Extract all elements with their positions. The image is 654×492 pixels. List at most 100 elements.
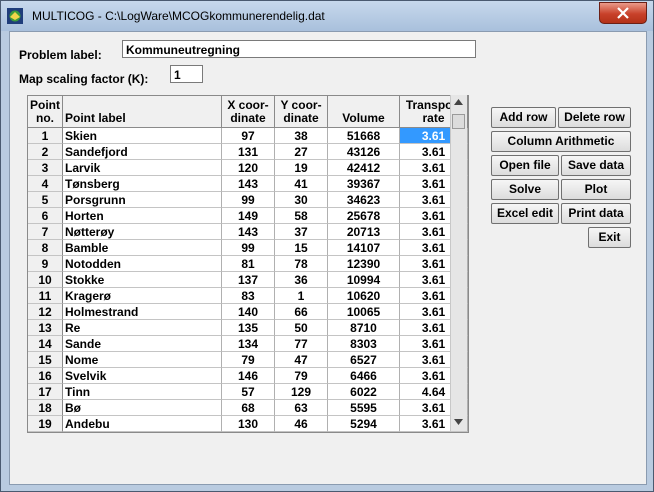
cell-point-label[interactable]: Nøtterøy xyxy=(63,224,222,240)
cell-volume[interactable]: 5595 xyxy=(328,400,400,416)
excel-edit-button[interactable]: Excel edit xyxy=(491,203,559,224)
close-button[interactable] xyxy=(599,2,647,24)
exit-button[interactable]: Exit xyxy=(588,227,631,248)
cell-point-no[interactable]: 10 xyxy=(28,272,63,288)
cell-y-coordinate[interactable]: 41 xyxy=(275,176,328,192)
table-row[interactable]: 6 Horten 149 58 25678 3.61 xyxy=(28,208,468,224)
save-data-button[interactable]: Save data xyxy=(561,155,631,176)
cell-point-label[interactable]: Tønsberg xyxy=(63,176,222,192)
cell-y-coordinate[interactable]: 30 xyxy=(275,192,328,208)
table-row[interactable]: 16 Svelvik 146 79 6466 3.61 xyxy=(28,368,468,384)
delete-row-button[interactable]: Delete row xyxy=(558,107,631,128)
cell-y-coordinate[interactable]: 46 xyxy=(275,416,328,432)
cell-point-no[interactable]: 2 xyxy=(28,144,63,160)
cell-x-coordinate[interactable]: 134 xyxy=(222,336,275,352)
column-arithmetic-button[interactable]: Column Arithmetic xyxy=(491,131,631,152)
table-row[interactable]: 12 Holmestrand 140 66 10065 3.61 xyxy=(28,304,468,320)
cell-y-coordinate[interactable]: 50 xyxy=(275,320,328,336)
cell-volume[interactable]: 43126 xyxy=(328,144,400,160)
table-row[interactable]: 15 Nome 79 47 6527 3.61 xyxy=(28,352,468,368)
cell-volume[interactable]: 14107 xyxy=(328,240,400,256)
cell-x-coordinate[interactable]: 137 xyxy=(222,272,275,288)
table-row[interactable]: 18 Bø 68 63 5595 3.61 xyxy=(28,400,468,416)
cell-x-coordinate[interactable]: 99 xyxy=(222,240,275,256)
header-y-coordinate[interactable]: Y coor- dinate xyxy=(275,96,328,128)
cell-point-no[interactable]: 14 xyxy=(28,336,63,352)
cell-x-coordinate[interactable]: 57 xyxy=(222,384,275,400)
cell-point-label[interactable]: Holmestrand xyxy=(63,304,222,320)
cell-x-coordinate[interactable]: 143 xyxy=(222,176,275,192)
table-row[interactable]: 13 Re 135 50 8710 3.61 xyxy=(28,320,468,336)
cell-volume[interactable]: 5294 xyxy=(328,416,400,432)
cell-x-coordinate[interactable]: 130 xyxy=(222,416,275,432)
cell-point-label[interactable]: Porsgrunn xyxy=(63,192,222,208)
cell-volume[interactable]: 51668 xyxy=(328,128,400,144)
table-row[interactable]: 4 Tønsberg 143 41 39367 3.61 xyxy=(28,176,468,192)
cell-volume[interactable]: 10994 xyxy=(328,272,400,288)
solve-button[interactable]: Solve xyxy=(491,179,559,200)
table-row[interactable]: 14 Sande 134 77 8303 3.61 xyxy=(28,336,468,352)
cell-point-label[interactable]: Re xyxy=(63,320,222,336)
cell-point-label[interactable]: Svelvik xyxy=(63,368,222,384)
cell-volume[interactable]: 42412 xyxy=(328,160,400,176)
table-row[interactable]: 3 Larvik 120 19 42412 3.61 xyxy=(28,160,468,176)
cell-point-no[interactable]: 7 xyxy=(28,224,63,240)
cell-x-coordinate[interactable]: 83 xyxy=(222,288,275,304)
cell-x-coordinate[interactable]: 143 xyxy=(222,224,275,240)
cell-x-coordinate[interactable]: 120 xyxy=(222,160,275,176)
plot-button[interactable]: Plot xyxy=(561,179,631,200)
table-row[interactable]: 19 Andebu 130 46 5294 3.61 xyxy=(28,416,468,432)
cell-point-label[interactable]: Stokke xyxy=(63,272,222,288)
cell-y-coordinate[interactable]: 77 xyxy=(275,336,328,352)
cell-point-no[interactable]: 11 xyxy=(28,288,63,304)
cell-y-coordinate[interactable]: 27 xyxy=(275,144,328,160)
cell-volume[interactable]: 8710 xyxy=(328,320,400,336)
cell-y-coordinate[interactable]: 19 xyxy=(275,160,328,176)
cell-volume[interactable]: 34623 xyxy=(328,192,400,208)
cell-point-no[interactable]: 8 xyxy=(28,240,63,256)
cell-point-label[interactable]: Horten xyxy=(63,208,222,224)
cell-point-label[interactable]: Bø xyxy=(63,400,222,416)
header-point-label[interactable]: Point label xyxy=(63,96,222,128)
cell-point-no[interactable]: 4 xyxy=(28,176,63,192)
cell-point-no[interactable]: 16 xyxy=(28,368,63,384)
cell-point-label[interactable]: Notodden xyxy=(63,256,222,272)
cell-x-coordinate[interactable]: 79 xyxy=(222,352,275,368)
cell-x-coordinate[interactable]: 99 xyxy=(222,192,275,208)
title-bar[interactable]: MULTICOG - C:\LogWare\MCOGkommunerendeli… xyxy=(1,1,653,31)
cell-x-coordinate[interactable]: 140 xyxy=(222,304,275,320)
cell-y-coordinate[interactable]: 58 xyxy=(275,208,328,224)
table-row[interactable]: 9 Notodden 81 78 12390 3.61 xyxy=(28,256,468,272)
print-data-button[interactable]: Print data xyxy=(561,203,631,224)
cell-point-no[interactable]: 6 xyxy=(28,208,63,224)
table-row[interactable]: 1 Skien 97 38 51668 3.61 xyxy=(28,128,468,144)
cell-volume[interactable]: 10065 xyxy=(328,304,400,320)
cell-point-label[interactable]: Nome xyxy=(63,352,222,368)
cell-point-no[interactable]: 13 xyxy=(28,320,63,336)
table-row[interactable]: 2 Sandefjord 131 27 43126 3.61 xyxy=(28,144,468,160)
scrollbar-thumb[interactable] xyxy=(452,114,465,129)
cell-y-coordinate[interactable]: 15 xyxy=(275,240,328,256)
cell-point-label[interactable]: Andebu xyxy=(63,416,222,432)
cell-x-coordinate[interactable]: 68 xyxy=(222,400,275,416)
cell-point-no[interactable]: 12 xyxy=(28,304,63,320)
cell-volume[interactable]: 25678 xyxy=(328,208,400,224)
table-row[interactable]: 10 Stokke 137 36 10994 3.61 xyxy=(28,272,468,288)
header-point-no[interactable]: Point no. xyxy=(28,96,63,128)
table-row[interactable]: 17 Tinn 57 129 6022 4.64 xyxy=(28,384,468,400)
cell-volume[interactable]: 39367 xyxy=(328,176,400,192)
scroll-down-icon[interactable] xyxy=(454,419,463,425)
cell-volume[interactable]: 6466 xyxy=(328,368,400,384)
cell-x-coordinate[interactable]: 149 xyxy=(222,208,275,224)
scroll-up-icon[interactable] xyxy=(454,99,463,105)
cell-x-coordinate[interactable]: 131 xyxy=(222,144,275,160)
table-row[interactable]: 7 Nøtterøy 143 37 20713 3.61 xyxy=(28,224,468,240)
cell-volume[interactable]: 6527 xyxy=(328,352,400,368)
cell-y-coordinate[interactable]: 66 xyxy=(275,304,328,320)
cell-point-label[interactable]: Bamble xyxy=(63,240,222,256)
cell-x-coordinate[interactable]: 81 xyxy=(222,256,275,272)
cell-point-no[interactable]: 18 xyxy=(28,400,63,416)
cell-point-no[interactable]: 3 xyxy=(28,160,63,176)
table-row[interactable]: 8 Bamble 99 15 14107 3.61 xyxy=(28,240,468,256)
cell-y-coordinate[interactable]: 37 xyxy=(275,224,328,240)
